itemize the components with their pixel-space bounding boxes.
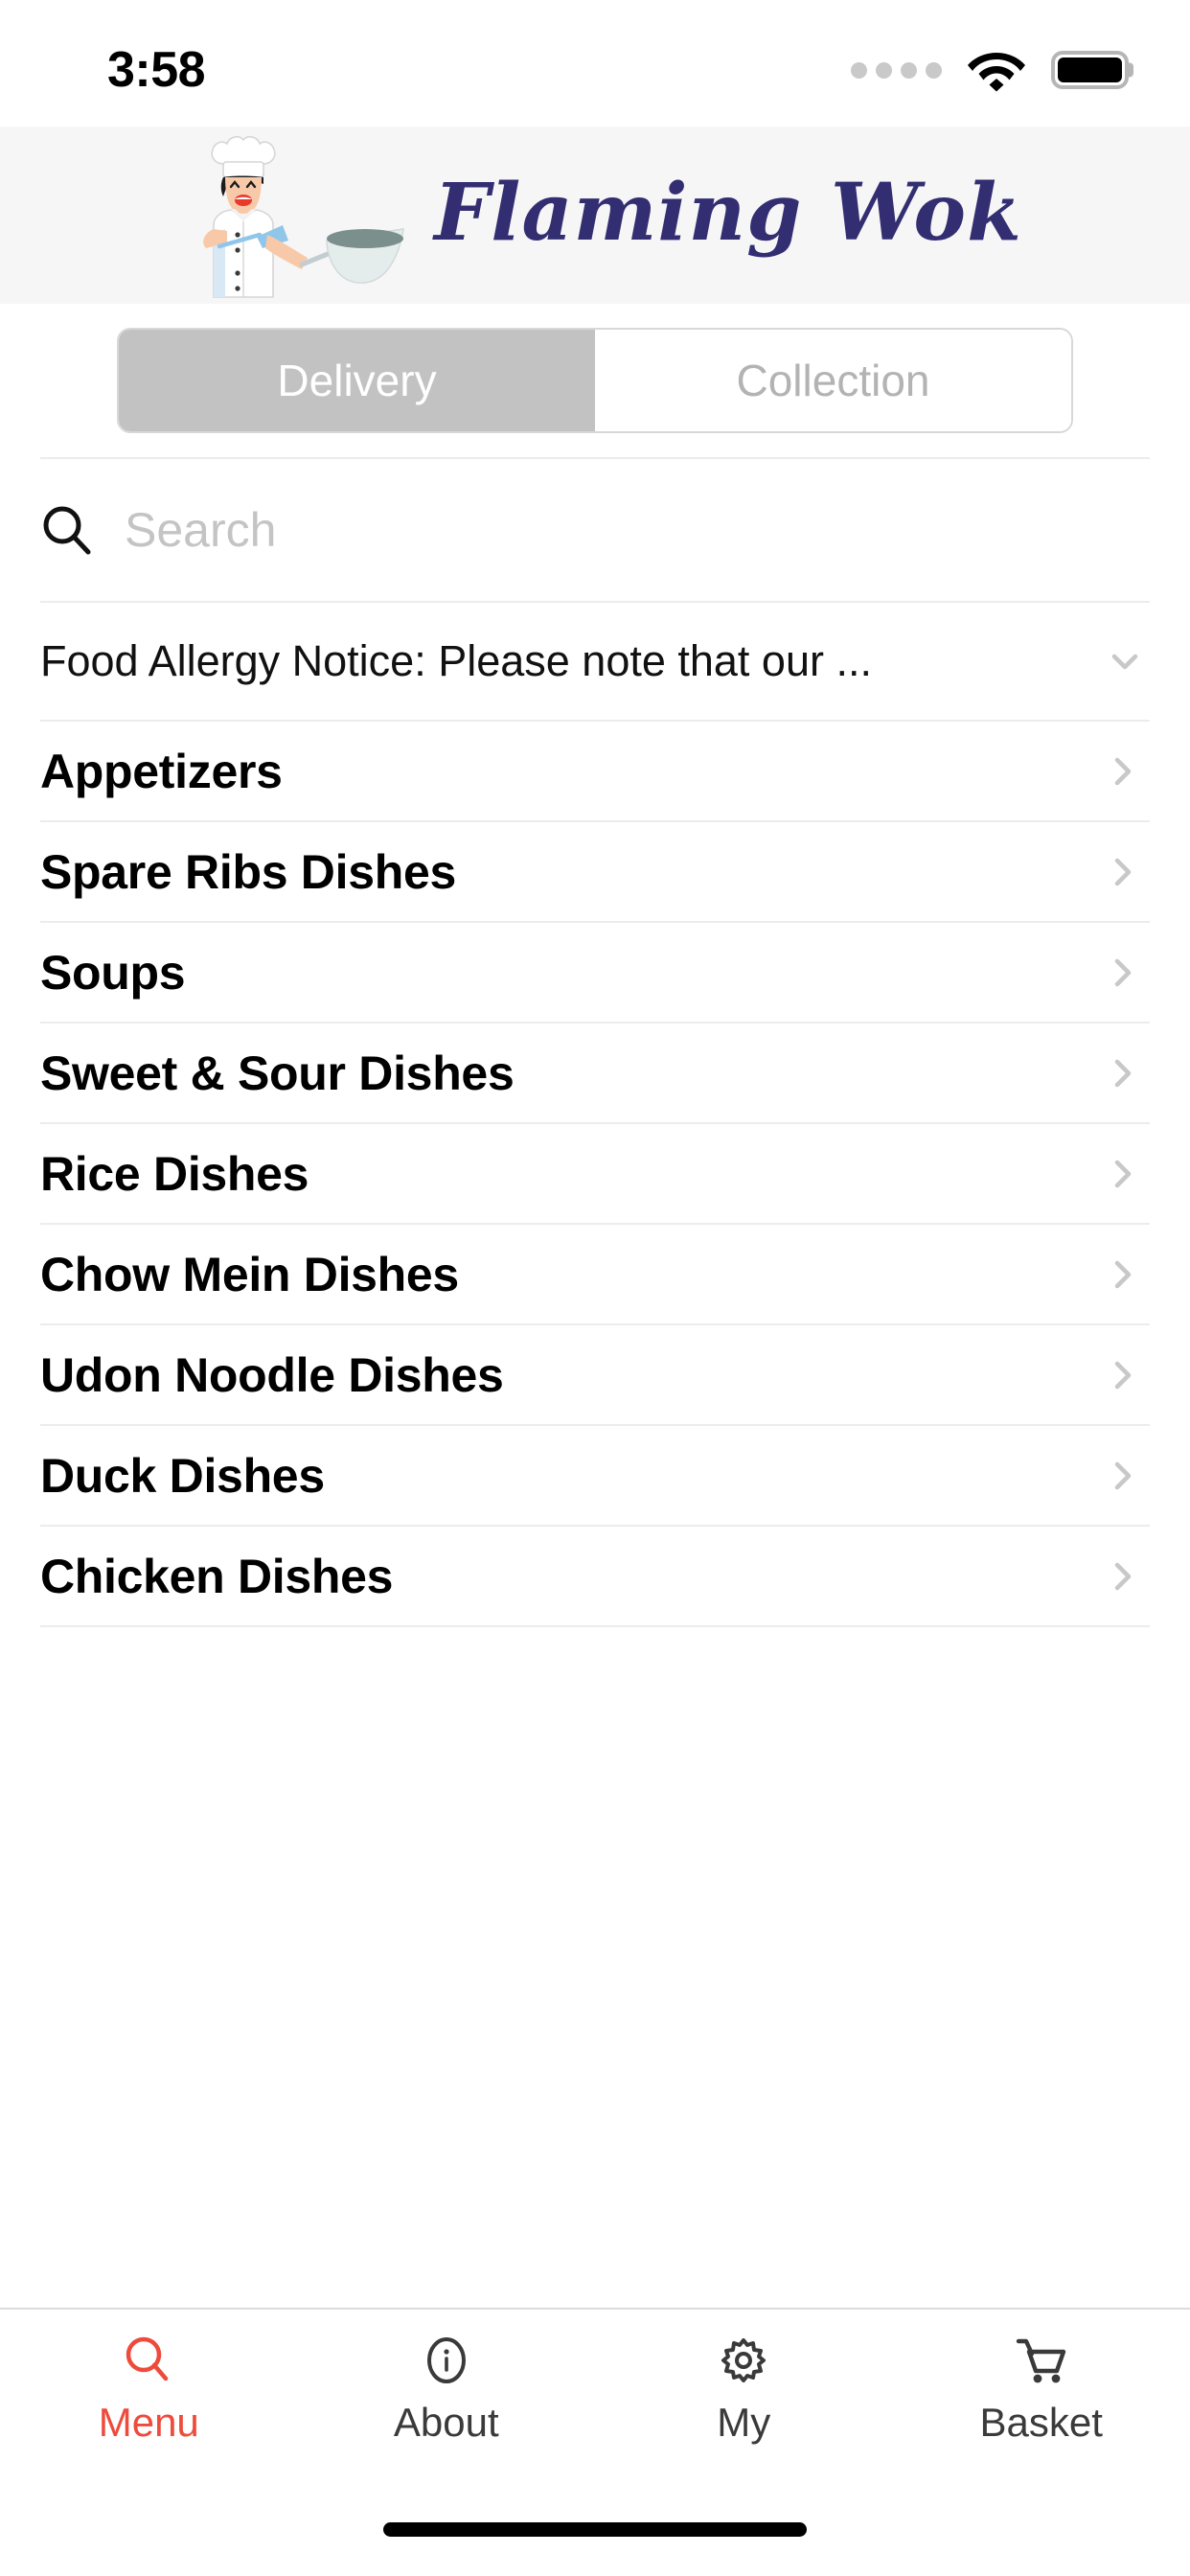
gear-icon [721,2338,767,2382]
search-input[interactable] [125,502,1150,558]
chevron-right-icon[interactable] [1102,952,1144,994]
category-label: Spare Ribs Dishes [40,844,456,899]
category-row-rice-dishes[interactable]: Rice Dishes [0,1124,1190,1223]
category-label: Appetizers [40,744,283,798]
home-indicator[interactable] [383,2521,807,2537]
home-indicator-area [0,2482,1190,2576]
tab-my[interactable]: My [595,2310,893,2446]
tab-label: Menu [98,2400,199,2445]
divider [40,1625,1150,1627]
brand-name: Flaming Wok [434,166,1022,259]
category-row-spare-ribs-dishes[interactable]: Spare Ribs Dishes [0,822,1190,921]
status-bar: 3:58 [0,0,1190,126]
menu-list[interactable]: Food Allergy Notice: Please note that ou… [0,457,1190,2308]
wifi-icon [968,53,1025,92]
allergy-notice-row[interactable]: Food Allergy Notice: Please note that ou… [0,603,1190,720]
category-row-udon-noodle-dishes[interactable]: Udon Noodle Dishes [0,1325,1190,1424]
chevron-down-icon[interactable] [1104,640,1146,682]
tab-label: My [717,2400,771,2445]
chevron-right-icon[interactable] [1102,1052,1144,1094]
category-label: Chow Mein Dishes [40,1247,459,1301]
allergy-notice-text: Food Allergy Notice: Please note that ou… [40,636,872,685]
category-row-chow-mein-dishes[interactable]: Chow Mein Dishes [0,1225,1190,1323]
chevron-right-icon[interactable] [1102,1153,1144,1195]
status-bar-indicators [851,48,1133,92]
signal-dots-icon [851,61,942,79]
chevron-right-icon[interactable] [1102,750,1144,793]
category-label: Rice Dishes [40,1146,309,1201]
battery-full-icon [1051,51,1133,89]
app-screen: 3:58 Flaming Wok Delivery Collection Sea… [0,0,1190,2576]
info-circle-icon [426,2337,466,2383]
category-label: Soups [40,945,186,1000]
category-row-appetizers[interactable]: Appetizers [0,722,1190,820]
order-mode-option-collection[interactable]: Collection [595,330,1071,431]
category-row-soups[interactable]: Soups [0,923,1190,1022]
category-row-duck-dishes[interactable]: Duck Dishes [0,1426,1190,1525]
app-header: Flaming Wok [0,126,1190,304]
shopping-cart-icon [1016,2338,1065,2383]
search-row[interactable] [0,459,1190,601]
search-icon [43,506,91,555]
tab-menu[interactable]: Menu [0,2310,298,2446]
search-icon [126,2336,169,2381]
order-mode-option-delivery[interactable]: Delivery [119,330,595,431]
chevron-right-icon[interactable] [1102,1455,1144,1497]
bottom-tab-bar: Menu About My Basket [0,2308,1190,2482]
category-label: Chicken Dishes [40,1549,394,1603]
chevron-right-icon[interactable] [1102,1555,1144,1598]
tab-label: About [393,2400,499,2445]
tab-about[interactable]: About [298,2310,596,2446]
chevron-right-icon[interactable] [1102,851,1144,893]
tab-label: Basket [979,2400,1103,2445]
chevron-right-icon[interactable] [1102,1354,1144,1396]
chef-with-wok-icon [203,135,404,298]
category-label: Sweet & Sour Dishes [40,1046,515,1100]
category-label: Duck Dishes [40,1448,325,1503]
category-row-chicken-dishes[interactable]: Chicken Dishes [0,1527,1190,1625]
category-row-sweet-and-sour-dishes[interactable]: Sweet & Sour Dishes [0,1024,1190,1122]
status-bar-time: 3:58 [107,42,206,98]
order-mode-toggle-container: Delivery Collection [0,304,1190,457]
chevron-right-icon[interactable] [1102,1254,1144,1296]
category-label: Udon Noodle Dishes [40,1347,504,1402]
tab-basket[interactable]: Basket [893,2310,1190,2446]
order-mode-toggle[interactable]: Delivery Collection [117,328,1073,433]
